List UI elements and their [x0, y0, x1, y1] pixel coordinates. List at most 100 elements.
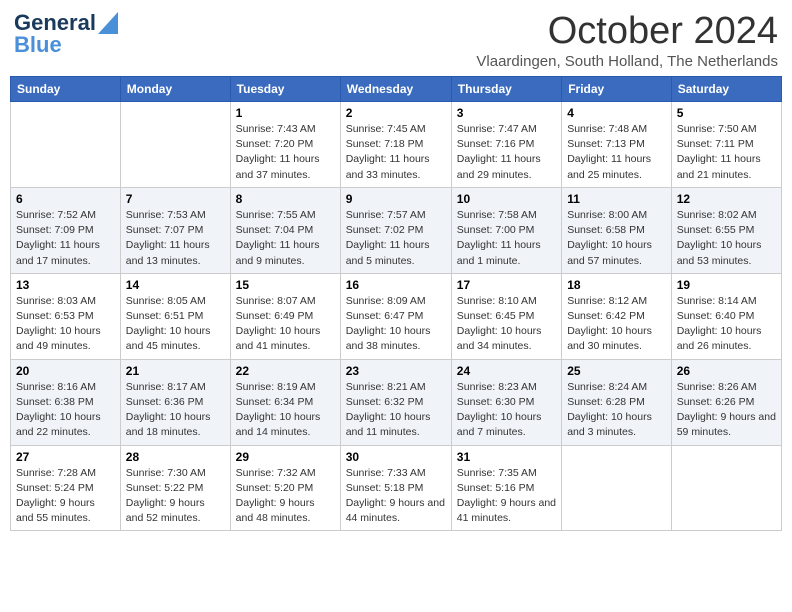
calendar-cell: 20 Sunrise: 8:16 AMSunset: 6:38 PMDayligh…: [11, 359, 121, 445]
day-info: Sunrise: 7:32 AMSunset: 5:20 PMDaylight:…: [236, 467, 316, 525]
calendar-row: 27 Sunrise: 7:28 AMSunset: 5:24 PMDayligh…: [11, 445, 782, 531]
month-title: October 2024: [476, 10, 778, 53]
day-info: Sunrise: 8:05 AMSunset: 6:51 PMDaylight:…: [126, 295, 211, 353]
day-number: 13: [16, 278, 115, 292]
calendar-cell: 24 Sunrise: 8:23 AMSunset: 6:30 PMDayligh…: [451, 359, 561, 445]
calendar-cell: 12 Sunrise: 8:02 AMSunset: 6:55 PMDayligh…: [671, 187, 781, 273]
day-number: 2: [346, 106, 446, 120]
day-info: Sunrise: 7:28 AMSunset: 5:24 PMDaylight:…: [16, 467, 96, 525]
day-number: 11: [567, 192, 666, 206]
location-title: Vlaardingen, South Holland, The Netherla…: [476, 53, 778, 70]
calendar-cell: 8 Sunrise: 7:55 AMSunset: 7:04 PMDaylight…: [230, 187, 340, 273]
day-info: Sunrise: 8:14 AMSunset: 6:40 PMDaylight:…: [677, 295, 762, 353]
day-number: 22: [236, 364, 335, 378]
logo-general: General: [14, 10, 96, 35]
logo: General Blue: [14, 10, 118, 58]
weekday-header: Monday: [120, 77, 230, 102]
day-info: Sunrise: 8:23 AMSunset: 6:30 PMDaylight:…: [457, 381, 542, 439]
calendar-cell: 7 Sunrise: 7:53 AMSunset: 7:07 PMDaylight…: [120, 187, 230, 273]
logo-triangle-icon: [98, 12, 118, 34]
calendar-cell: 18 Sunrise: 8:12 AMSunset: 6:42 PMDayligh…: [562, 273, 672, 359]
day-info: Sunrise: 7:33 AMSunset: 5:18 PMDaylight:…: [346, 467, 445, 525]
calendar-cell: 26Sunrise: 8:26 AMSunset: 6:26 PMDayligh…: [671, 359, 781, 445]
calendar-cell: 9Sunrise: 7:57 AMSunset: 7:02 PMDaylight…: [340, 187, 451, 273]
day-number: 31: [457, 450, 556, 464]
day-number: 23: [346, 364, 446, 378]
day-number: 30: [346, 450, 446, 464]
day-info: Sunrise: 8:00 AMSunset: 6:58 PMDaylight:…: [567, 209, 652, 267]
day-info: Sunrise: 7:47 AMSunset: 7:16 PMDaylight:…: [457, 123, 541, 181]
day-number: 5: [677, 106, 776, 120]
calendar-cell: 5 Sunrise: 7:50 AMSunset: 7:11 PMDaylight…: [671, 102, 781, 188]
calendar-cell: 28Sunrise: 7:30 AMSunset: 5:22 PMDayligh…: [120, 445, 230, 531]
weekday-header: Friday: [562, 77, 672, 102]
calendar-cell: 4 Sunrise: 7:48 AMSunset: 7:13 PMDaylight…: [562, 102, 672, 188]
weekday-header: Tuesday: [230, 77, 340, 102]
day-info: Sunrise: 7:45 AMSunset: 7:18 PMDaylight:…: [346, 123, 430, 181]
calendar-cell: [671, 445, 781, 531]
weekday-header: Saturday: [671, 77, 781, 102]
weekday-header: Thursday: [451, 77, 561, 102]
day-number: 29: [236, 450, 335, 464]
day-number: 15: [236, 278, 335, 292]
day-number: 1: [236, 106, 335, 120]
calendar-cell: 1 Sunrise: 7:43 AMSunset: 7:20 PMDaylight…: [230, 102, 340, 188]
title-area: October 2024 Vlaardingen, South Holland,…: [476, 10, 778, 70]
calendar-cell: 14 Sunrise: 8:05 AMSunset: 6:51 PMDayligh…: [120, 273, 230, 359]
day-info: Sunrise: 7:55 AMSunset: 7:04 PMDaylight:…: [236, 209, 320, 267]
day-info: Sunrise: 8:03 AMSunset: 6:53 PMDaylight:…: [16, 295, 101, 353]
day-number: 3: [457, 106, 556, 120]
day-info: Sunrise: 8:26 AMSunset: 6:26 PMDaylight:…: [677, 381, 776, 439]
day-number: 19: [677, 278, 776, 292]
calendar-table: SundayMondayTuesdayWednesdayThursdayFrid…: [10, 76, 782, 531]
day-info: Sunrise: 7:43 AMSunset: 7:20 PMDaylight:…: [236, 123, 320, 181]
calendar-cell: 19 Sunrise: 8:14 AMSunset: 6:40 PMDayligh…: [671, 273, 781, 359]
day-info: Sunrise: 8:10 AMSunset: 6:45 PMDaylight:…: [457, 295, 542, 353]
calendar-cell: 29 Sunrise: 7:32 AMSunset: 5:20 PMDayligh…: [230, 445, 340, 531]
calendar-cell: 13 Sunrise: 8:03 AMSunset: 6:53 PMDayligh…: [11, 273, 121, 359]
day-info: Sunrise: 7:53 AMSunset: 7:07 PMDaylight:…: [126, 209, 210, 267]
calendar-row: 13 Sunrise: 8:03 AMSunset: 6:53 PMDayligh…: [11, 273, 782, 359]
day-info: Sunrise: 7:35 AMSunset: 5:16 PMDaylight:…: [457, 467, 556, 525]
day-info: Sunrise: 8:02 AMSunset: 6:55 PMDaylight:…: [677, 209, 762, 267]
day-info: Sunrise: 8:21 AMSunset: 6:32 PMDaylight:…: [346, 381, 431, 439]
calendar-cell: [120, 102, 230, 188]
calendar-cell: 15 Sunrise: 8:07 AMSunset: 6:49 PMDayligh…: [230, 273, 340, 359]
weekday-header: Sunday: [11, 77, 121, 102]
calendar-cell: 2 Sunrise: 7:45 AMSunset: 7:18 PMDaylight…: [340, 102, 451, 188]
day-number: 18: [567, 278, 666, 292]
day-number: 14: [126, 278, 225, 292]
calendar-cell: 22Sunrise: 8:19 AMSunset: 6:34 PMDayligh…: [230, 359, 340, 445]
day-info: Sunrise: 7:48 AMSunset: 7:13 PMDaylight:…: [567, 123, 651, 181]
day-info: Sunrise: 8:24 AMSunset: 6:28 PMDaylight:…: [567, 381, 652, 439]
day-info: Sunrise: 8:17 AMSunset: 6:36 PMDaylight:…: [126, 381, 211, 439]
calendar-cell: [562, 445, 672, 531]
day-info: Sunrise: 8:16 AMSunset: 6:38 PMDaylight:…: [16, 381, 101, 439]
day-number: 27: [16, 450, 115, 464]
day-number: 7: [126, 192, 225, 206]
day-info: Sunrise: 8:12 AMSunset: 6:42 PMDaylight:…: [567, 295, 652, 353]
calendar-cell: 27 Sunrise: 7:28 AMSunset: 5:24 PMDayligh…: [11, 445, 121, 531]
day-info: Sunrise: 8:07 AMSunset: 6:49 PMDaylight:…: [236, 295, 321, 353]
calendar-cell: 16Sunrise: 8:09 AMSunset: 6:47 PMDayligh…: [340, 273, 451, 359]
day-number: 8: [236, 192, 335, 206]
calendar-cell: 30 Sunrise: 7:33 AMSunset: 5:18 PMDayligh…: [340, 445, 451, 531]
calendar-cell: 23 Sunrise: 8:21 AMSunset: 6:32 PMDayligh…: [340, 359, 451, 445]
day-number: 12: [677, 192, 776, 206]
day-info: Sunrise: 7:50 AMSunset: 7:11 PMDaylight:…: [677, 123, 761, 181]
day-info: Sunrise: 7:52 AMSunset: 7:09 PMDaylight:…: [16, 209, 100, 267]
page-header: General Blue October 2024 Vlaardingen, S…: [10, 10, 782, 70]
day-number: 4: [567, 106, 666, 120]
calendar-cell: [11, 102, 121, 188]
day-info: Sunrise: 7:58 AMSunset: 7:00 PMDaylight:…: [457, 209, 541, 267]
day-info: Sunrise: 8:09 AMSunset: 6:47 PMDaylight:…: [346, 295, 431, 353]
day-number: 25: [567, 364, 666, 378]
day-number: 24: [457, 364, 556, 378]
day-info: Sunrise: 7:30 AMSunset: 5:22 PMDaylight:…: [126, 467, 206, 525]
calendar-cell: 6Sunrise: 7:52 AMSunset: 7:09 PMDaylight…: [11, 187, 121, 273]
calendar-row: 20 Sunrise: 8:16 AMSunset: 6:38 PMDayligh…: [11, 359, 782, 445]
day-info: Sunrise: 7:57 AMSunset: 7:02 PMDaylight:…: [346, 209, 430, 267]
calendar-row: 6Sunrise: 7:52 AMSunset: 7:09 PMDaylight…: [11, 187, 782, 273]
calendar-cell: 3 Sunrise: 7:47 AMSunset: 7:16 PMDaylight…: [451, 102, 561, 188]
day-number: 20: [16, 364, 115, 378]
